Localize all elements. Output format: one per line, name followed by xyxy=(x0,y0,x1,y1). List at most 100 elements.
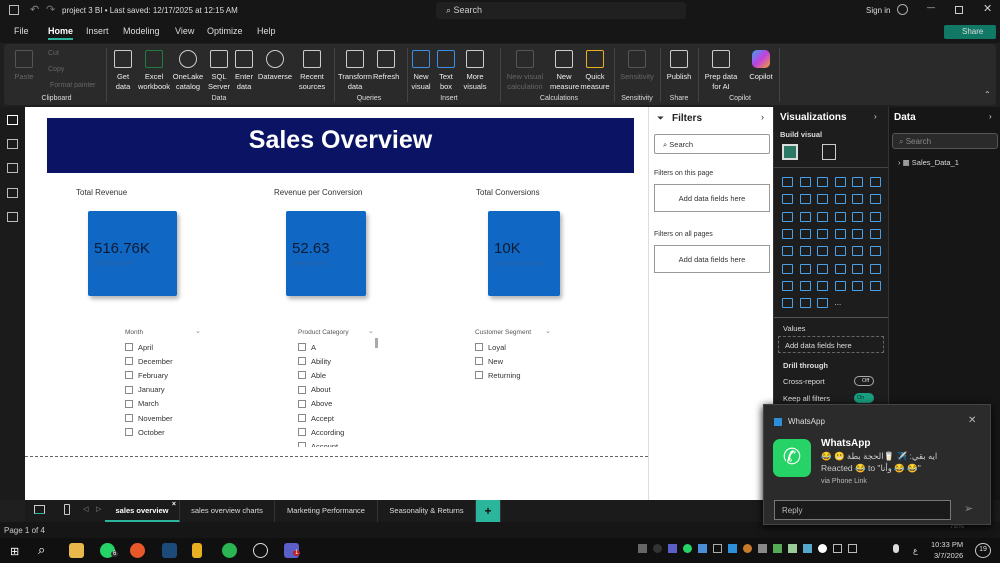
visual-type-icon[interactable] xyxy=(782,194,793,205)
menu-insert[interactable]: Insert xyxy=(86,26,109,36)
visual-type-icon[interactable] xyxy=(782,228,793,239)
visual-type-icon[interactable] xyxy=(834,246,846,257)
onelake-catalog-button[interactable]: OneLake catalog xyxy=(172,50,204,92)
publish-button[interactable]: Publish xyxy=(665,50,693,82)
checkbox[interactable] xyxy=(125,357,133,366)
report-view-icon[interactable] xyxy=(7,115,18,125)
visual-type-icon[interactable] xyxy=(782,211,793,222)
cross-report-toggle[interactable]: Off xyxy=(854,376,874,386)
excel-workbook-button[interactable]: Excel workbook xyxy=(136,50,172,92)
expand-icon[interactable]: › xyxy=(989,112,992,121)
visual-type-icon[interactable] xyxy=(817,211,828,222)
menu-optimize[interactable]: Optimize xyxy=(207,26,243,36)
windows-start-icon[interactable]: ⊞ xyxy=(10,545,19,558)
save-icon[interactable] xyxy=(9,5,19,15)
visual-type-icon[interactable] xyxy=(834,263,846,274)
visual-type-icon[interactable] xyxy=(782,263,793,274)
system-tray[interactable] xyxy=(638,544,899,553)
share-button[interactable]: Share xyxy=(944,25,996,39)
slicer-item[interactable]: November xyxy=(125,411,235,425)
tray-icon[interactable] xyxy=(758,544,767,553)
quick-measure-button[interactable]: Quick measure xyxy=(580,50,610,92)
scrollbar[interactable] xyxy=(375,338,378,348)
visual-type-icon[interactable] xyxy=(817,298,828,309)
dax-query-icon[interactable] xyxy=(7,188,18,198)
tray-icon[interactable] xyxy=(713,544,722,553)
visual-type-icon[interactable] xyxy=(817,246,828,257)
slicer-item[interactable]: February xyxy=(125,368,235,382)
tab-marketing-performance[interactable]: Marketing Performance xyxy=(275,500,378,522)
checkbox[interactable] xyxy=(475,371,483,380)
visual-type-icon[interactable] xyxy=(869,280,881,291)
cut-button[interactable]: Cut xyxy=(48,50,59,57)
tray-icon[interactable] xyxy=(773,544,782,553)
teams-tray-icon[interactable] xyxy=(668,544,677,553)
battery-icon[interactable] xyxy=(848,544,857,553)
whatsapp-tray-icon[interactable] xyxy=(683,544,692,553)
close-tab-icon[interactable]: × xyxy=(172,494,176,516)
visual-type-icon[interactable] xyxy=(817,228,828,239)
visual-type-icon[interactable] xyxy=(817,177,828,187)
visual-type-icon[interactable] xyxy=(834,177,846,187)
slicer-item[interactable]: Returning xyxy=(475,368,585,382)
tray-icon[interactable] xyxy=(803,544,812,553)
menu-modeling[interactable]: Modeling xyxy=(123,26,160,36)
prev-page-icon[interactable]: ◁ xyxy=(83,505,88,513)
visual-type-icon[interactable] xyxy=(869,211,881,222)
slicer-item[interactable]: About xyxy=(298,383,408,397)
tray-icon[interactable] xyxy=(788,544,797,553)
paste-button[interactable]: Paste xyxy=(10,50,38,82)
tab-seasonality-returns[interactable]: Seasonality & Returns xyxy=(378,500,476,522)
visual-type-icon[interactable] xyxy=(869,177,881,187)
new-measure-button[interactable]: New measure xyxy=(550,50,579,92)
visual-type-icon[interactable] xyxy=(852,228,863,239)
values-drop-zone[interactable]: Add data fields here xyxy=(778,336,884,353)
slicer-item[interactable]: Ability xyxy=(298,354,408,368)
get-data-button[interactable]: Get data xyxy=(112,50,134,92)
firefox-icon[interactable] xyxy=(130,543,145,558)
visual-type-icon[interactable] xyxy=(852,280,863,291)
checkbox[interactable] xyxy=(298,343,306,352)
checkbox[interactable] xyxy=(298,442,306,447)
tray-icon[interactable] xyxy=(698,544,707,553)
visual-type-icon[interactable] xyxy=(852,263,863,274)
app-icon[interactable] xyxy=(162,543,177,558)
sql-server-button[interactable]: SQL Server xyxy=(207,50,231,92)
slicer-item[interactable]: January xyxy=(125,383,235,397)
file-explorer-icon[interactable] xyxy=(69,543,84,558)
next-page-icon[interactable]: ▷ xyxy=(96,505,101,513)
collapse-filters-icon[interactable]: › xyxy=(761,112,764,122)
visual-type-icon[interactable] xyxy=(817,263,828,274)
recent-sources-button[interactable]: Recent sources xyxy=(295,50,329,92)
kpi-card-total-revenue[interactable]: 516.76K Total Revenue xyxy=(88,211,177,296)
desktop-layout-icon[interactable] xyxy=(34,505,45,514)
account-icon[interactable] xyxy=(897,4,908,15)
checkbox[interactable] xyxy=(298,428,306,437)
chatgpt-icon[interactable] xyxy=(253,543,268,558)
expand-icon[interactable]: › xyxy=(874,112,877,121)
clock-date[interactable]: 3/7/2026 xyxy=(934,551,963,560)
visual-type-icon[interactable] xyxy=(869,228,881,239)
all-pages-filters-drop-zone[interactable]: Add data fields here xyxy=(654,245,770,273)
table-view-icon[interactable] xyxy=(7,139,18,149)
visual-type-icon[interactable] xyxy=(782,177,793,187)
visual-type-icon[interactable] xyxy=(799,280,811,291)
model-view-icon[interactable] xyxy=(7,163,18,173)
power-bi-icon[interactable] xyxy=(192,543,202,558)
clock-time[interactable]: 10:33 PM xyxy=(931,540,963,549)
language-indicator[interactable]: ع xyxy=(913,546,918,555)
slicer-item[interactable]: April xyxy=(125,340,235,354)
visual-type-icon[interactable] xyxy=(782,246,793,257)
slicer-item[interactable]: Above xyxy=(298,397,408,411)
refresh-button[interactable]: Refresh xyxy=(373,50,399,82)
checkbox[interactable] xyxy=(125,399,133,408)
visual-type-icon[interactable] xyxy=(869,194,881,205)
microphone-icon[interactable] xyxy=(893,544,899,553)
checkbox[interactable] xyxy=(298,414,306,423)
visual-type-icon[interactable] xyxy=(852,177,863,187)
visual-type-icon[interactable] xyxy=(834,211,846,222)
tab-sales-overview[interactable]: sales overview × xyxy=(105,500,180,522)
slicer-item[interactable]: March xyxy=(125,397,235,411)
checkbox[interactable] xyxy=(298,399,306,408)
slicer-item[interactable]: Account xyxy=(298,439,408,447)
